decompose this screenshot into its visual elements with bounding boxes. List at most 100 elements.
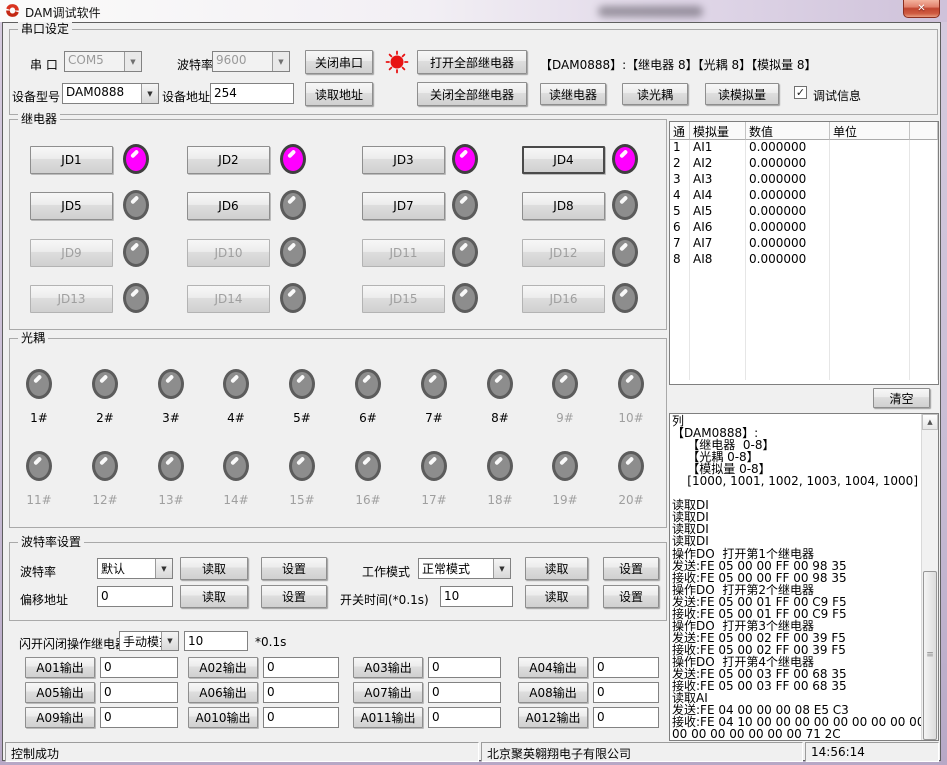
opto-label-11#: 11# [21, 493, 57, 507]
analog-row-11 [670, 316, 938, 332]
analog-cell [670, 300, 690, 316]
relay-lamp-JD4 [612, 144, 638, 174]
work-mode-set-button[interactable]: 设置 [603, 557, 659, 580]
scroll-up-button[interactable]: ▲ [922, 414, 938, 430]
output-input-A07输出[interactable]: 0 [428, 682, 501, 703]
close-button[interactable]: ✕ [903, 0, 940, 18]
analog-table: 通模拟量数值单位 1AI10.0000002AI20.0000003AI30.0… [669, 121, 939, 385]
open-all-relays-button[interactable]: 打开全部继电器 [417, 50, 527, 74]
analog-col-header-2[interactable]: 数值 [746, 122, 830, 140]
baudrate-label: 波特率 [20, 563, 56, 580]
output-input-A04输出[interactable]: 0 [593, 657, 659, 678]
relay-button-JD3[interactable]: JD3 [362, 146, 445, 174]
analog-row-3: 4AI40.000000 [670, 188, 938, 204]
relay-lamp-JD9 [123, 237, 149, 267]
debug-checkbox[interactable]: ✓ [794, 86, 807, 99]
opto-label-20#: 20# [613, 493, 649, 507]
client-area: 串口设定 串 口 COM5 ▼ 波特率 9600 ▼ 关闭串口 [2, 22, 941, 761]
analog-cell [830, 300, 910, 316]
log-scrollbar[interactable]: ▲ ≡ [921, 414, 938, 740]
analog-col-header-0[interactable]: 通 [670, 122, 690, 140]
flash-mode-combo[interactable]: 手动模式 ▼ [119, 631, 179, 651]
output-button-A09输出[interactable]: A09输出 [25, 707, 95, 728]
flash-time-unit: *0.1s [255, 635, 286, 649]
output-button-A06输出[interactable]: A06输出 [188, 682, 258, 703]
analog-cell [670, 284, 690, 300]
close-serial-button[interactable]: 关闭串口 [305, 50, 373, 74]
opto-label-18#: 18# [482, 493, 518, 507]
addr-input[interactable]: 254 [210, 83, 294, 104]
relay-button-JD7[interactable]: JD7 [362, 192, 445, 220]
close-all-relays-button[interactable]: 关闭全部继电器 [417, 82, 527, 106]
analog-cell [830, 252, 910, 268]
switch-time-set-button[interactable]: 设置 [603, 585, 659, 608]
analog-col-header-4[interactable] [910, 122, 938, 140]
output-input-A012输出[interactable]: 0 [593, 707, 659, 728]
work-mode-read-button[interactable]: 读取 [525, 557, 588, 580]
output-input-A05输出[interactable]: 0 [100, 682, 178, 703]
scroll-thumb[interactable]: ≡ [923, 571, 937, 740]
analog-cell [690, 300, 746, 316]
output-input-A06输出[interactable]: 0 [263, 682, 339, 703]
work-mode-combo[interactable]: 正常模式 ▼ [418, 558, 511, 579]
output-input-A09输出[interactable]: 0 [100, 707, 178, 728]
analog-cell [830, 268, 910, 284]
read-analog-button[interactable]: 读模拟量 [705, 83, 779, 105]
clear-log-button[interactable]: 清空 [873, 388, 930, 408]
analog-cell [910, 268, 938, 284]
chevron-down-icon: ▼ [272, 52, 289, 71]
output-button-A03输出[interactable]: A03输出 [353, 657, 423, 678]
output-button-A010输出[interactable]: A010输出 [188, 707, 258, 728]
output-input-A01输出[interactable]: 0 [100, 657, 178, 678]
relay-button-JD6[interactable]: JD6 [187, 192, 270, 220]
analog-cell [746, 364, 830, 380]
relay-button-JD5[interactable]: JD5 [30, 192, 113, 220]
output-button-A012输出[interactable]: A012输出 [518, 707, 588, 728]
output-button-A05输出[interactable]: A05输出 [25, 682, 95, 703]
switch-time-read-button[interactable]: 读取 [525, 585, 588, 608]
output-input-A011输出[interactable]: 0 [428, 707, 501, 728]
relay-lamp-JD2 [280, 144, 306, 174]
opto-lamp-18# [487, 451, 513, 481]
output-button-A07输出[interactable]: A07输出 [353, 682, 423, 703]
relay-lamp-JD16 [612, 283, 638, 313]
baudrate-combo[interactable]: 默认 ▼ [97, 558, 173, 579]
baud-combo[interactable]: 9600 ▼ [212, 51, 290, 72]
analog-cell [670, 268, 690, 284]
output-input-A03输出[interactable]: 0 [428, 657, 501, 678]
relay-lamp-JD14 [280, 283, 306, 313]
output-input-A08输出[interactable]: 0 [593, 682, 659, 703]
output-button-A02输出[interactable]: A02输出 [188, 657, 258, 678]
model-combo[interactable]: DAM0888 ▼ [62, 83, 159, 104]
output-button-A04输出[interactable]: A04输出 [518, 657, 588, 678]
read-opto-button[interactable]: 读光耦 [622, 83, 688, 105]
opto-label-13#: 13# [153, 493, 189, 507]
opto-label-3#: 3# [153, 411, 189, 425]
analog-table-header: 通模拟量数值单位 [670, 122, 938, 140]
read-addr-button[interactable]: 读取地址 [305, 82, 373, 106]
offset-set-button[interactable]: 设置 [261, 585, 327, 608]
relay-button-JD8[interactable]: JD8 [522, 192, 605, 220]
baudrate-set-button[interactable]: 设置 [261, 557, 327, 580]
analog-col-header-1[interactable]: 模拟量 [690, 122, 746, 140]
output-input-A02输出[interactable]: 0 [263, 657, 339, 678]
analog-col-header-3[interactable]: 单位 [830, 122, 910, 140]
switch-time-input[interactable]: 10 [440, 586, 513, 607]
output-button-A01输出[interactable]: A01输出 [25, 657, 95, 678]
output-button-A08输出[interactable]: A08输出 [518, 682, 588, 703]
offset-read-button[interactable]: 读取 [180, 585, 248, 608]
output-input-A010输出[interactable]: 0 [263, 707, 339, 728]
relay-button-JD4[interactable]: JD4 [522, 146, 605, 174]
baudrate-read-button[interactable]: 读取 [180, 557, 248, 580]
relay-button-JD1[interactable]: JD1 [30, 146, 113, 174]
port-combo[interactable]: COM5 ▼ [64, 51, 142, 72]
analog-cell [910, 140, 938, 156]
flash-time-input[interactable]: 10 [184, 631, 248, 651]
output-button-A011输出[interactable]: A011输出 [353, 707, 423, 728]
read-relay-button[interactable]: 读继电器 [540, 83, 606, 105]
analog-cell [910, 188, 938, 204]
relay-button-JD2[interactable]: JD2 [187, 146, 270, 174]
offset-input[interactable]: 0 [97, 586, 173, 607]
analog-cell [910, 204, 938, 220]
relay-group-title: 继电器 [18, 112, 60, 126]
